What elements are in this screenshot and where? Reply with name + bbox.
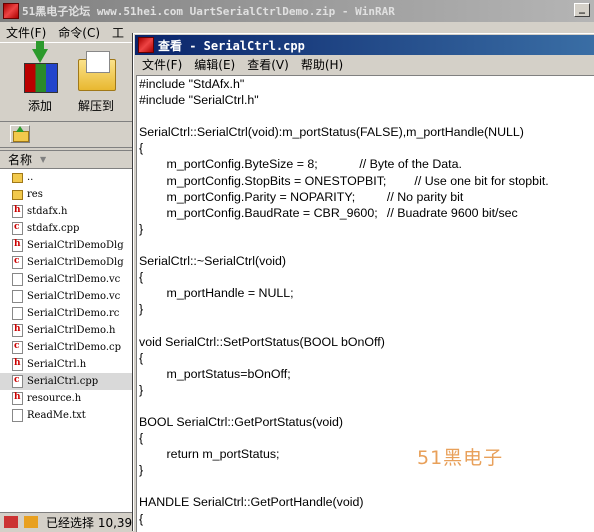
file-list-item[interactable]: SerialCtrl.h (0, 356, 135, 373)
file-list-item[interactable]: SerialCtrlDemoDlg (0, 237, 135, 254)
file-name: stdafx.h (27, 206, 68, 217)
file-name: .. (27, 172, 34, 183)
file-name: stdafx.cpp (27, 223, 80, 234)
file-name: SerialCtrlDemoDlg (27, 257, 124, 268)
folder-up-icon (13, 131, 29, 142)
cpp-file-icon (12, 256, 23, 269)
extract-icon (76, 49, 116, 93)
h-file-icon (12, 205, 23, 218)
viewer-titlebar[interactable]: 查看 - SerialCtrl.cpp (135, 35, 594, 55)
h-file-icon (12, 392, 23, 405)
cpp-file-icon (12, 341, 23, 354)
column-header-name[interactable]: 名称 ▼ (0, 151, 135, 169)
file-list-item[interactable]: SerialCtrl.cpp (0, 373, 135, 390)
file-list-item[interactable]: SerialCtrlDemo.h (0, 322, 135, 339)
file-icon (12, 273, 23, 286)
drive-icon[interactable] (4, 516, 18, 528)
h-file-icon (12, 324, 23, 337)
add-button[interactable]: 添加 (12, 41, 68, 117)
code-viewer[interactable]: #include "StdAfx.h" #include "SerialCtrl… (136, 75, 594, 532)
file-name: SerialCtrlDemo.cp (27, 342, 121, 353)
file-icon (12, 307, 23, 320)
file-name: resource.h (27, 393, 82, 404)
file-name: res (27, 189, 43, 200)
file-icon (12, 290, 23, 303)
file-name: SerialCtrlDemo.rc (27, 308, 120, 319)
viewer-app-icon (138, 37, 154, 53)
file-name: SerialCtrl.cpp (27, 376, 99, 387)
folder-icon (12, 189, 23, 200)
file-icon (12, 409, 23, 422)
file-list-item[interactable]: stdafx.h (0, 203, 135, 220)
viewer-menu-help[interactable]: 帮助(H) (295, 56, 349, 73)
add-archive-icon (20, 41, 60, 93)
file-list-item[interactable]: SerialCtrlDemo.vc (0, 271, 135, 288)
file-list-item[interactable]: ReadMe.txt (0, 407, 135, 424)
sort-arrow-icon: ▼ (40, 155, 47, 164)
viewer-window-title: 查看 - SerialCtrl.cpp (158, 38, 305, 53)
file-name: SerialCtrlDemo.h (27, 325, 116, 336)
source-code-text: #include "StdAfx.h" #include "SerialCtrl… (139, 77, 549, 526)
viewer-menu-file[interactable]: 文件(F) (136, 56, 188, 73)
file-name: SerialCtrlDemoDlg (27, 240, 124, 251)
h-file-icon (12, 239, 23, 252)
file-list-item[interactable]: SerialCtrlDemoDlg (0, 254, 135, 271)
cpp-file-icon (12, 222, 23, 235)
up-one-level-button[interactable] (10, 125, 30, 143)
viewer-window: 查看 - SerialCtrl.cpp 文件(F) 编辑(E) 查看(V) 帮助… (133, 33, 594, 532)
file-list-item[interactable]: SerialCtrlDemo.rc (0, 305, 135, 322)
navigation-bar (0, 121, 135, 148)
site-watermark: 51黑电子 (417, 447, 504, 469)
winrar-toolbar: 添加 解压到 (0, 41, 135, 122)
file-name: ReadMe.txt (27, 410, 86, 421)
file-list-item[interactable]: resource.h (0, 390, 135, 407)
file-name: SerialCtrlDemo.vc (27, 274, 121, 285)
file-name: SerialCtrlDemo.vc (27, 291, 121, 302)
viewer-menu-edit[interactable]: 编辑(E) (188, 56, 241, 73)
file-list[interactable]: 名称 ▼ .. res stdafx.h stdafx.cpp SerialCtrlDe… (0, 150, 135, 513)
file-list-item[interactable]: res (0, 186, 135, 203)
key-icon[interactable] (24, 516, 38, 528)
viewer-menubar: 文件(F) 编辑(E) 查看(V) 帮助(H) (134, 55, 594, 73)
file-list-item[interactable]: .. (0, 169, 135, 186)
winrar-window-title: 51黑电子论坛 www.51hei.com UartSerialCtrlDemo… (22, 5, 395, 18)
up-folder-icon (12, 172, 23, 183)
winrar-app-icon (3, 3, 19, 19)
menu-file[interactable]: 文件(F) (0, 24, 52, 41)
file-list-item[interactable]: stdafx.cpp (0, 220, 135, 237)
extract-to-button[interactable]: 解压到 (68, 47, 124, 117)
status-text: 已经选择 10,39 (46, 515, 133, 530)
h-file-icon (12, 358, 23, 371)
menu-commands[interactable]: 命令(C) (52, 24, 106, 41)
extract-button-label: 解压到 (77, 99, 114, 113)
add-button-label: 添加 (27, 99, 52, 113)
winrar-titlebar[interactable]: 51黑电子论坛 www.51hei.com UartSerialCtrlDemo… (0, 0, 594, 22)
viewer-menu-view[interactable]: 查看(V) (241, 56, 295, 73)
menu-tools[interactable]: 工 (106, 24, 130, 41)
file-list-item[interactable]: SerialCtrlDemo.vc (0, 288, 135, 305)
minimize-button[interactable]: _ (574, 3, 590, 17)
cpp-file-icon (12, 375, 23, 388)
file-list-item[interactable]: SerialCtrlDemo.cp (0, 339, 135, 356)
file-name: SerialCtrl.h (27, 359, 87, 370)
